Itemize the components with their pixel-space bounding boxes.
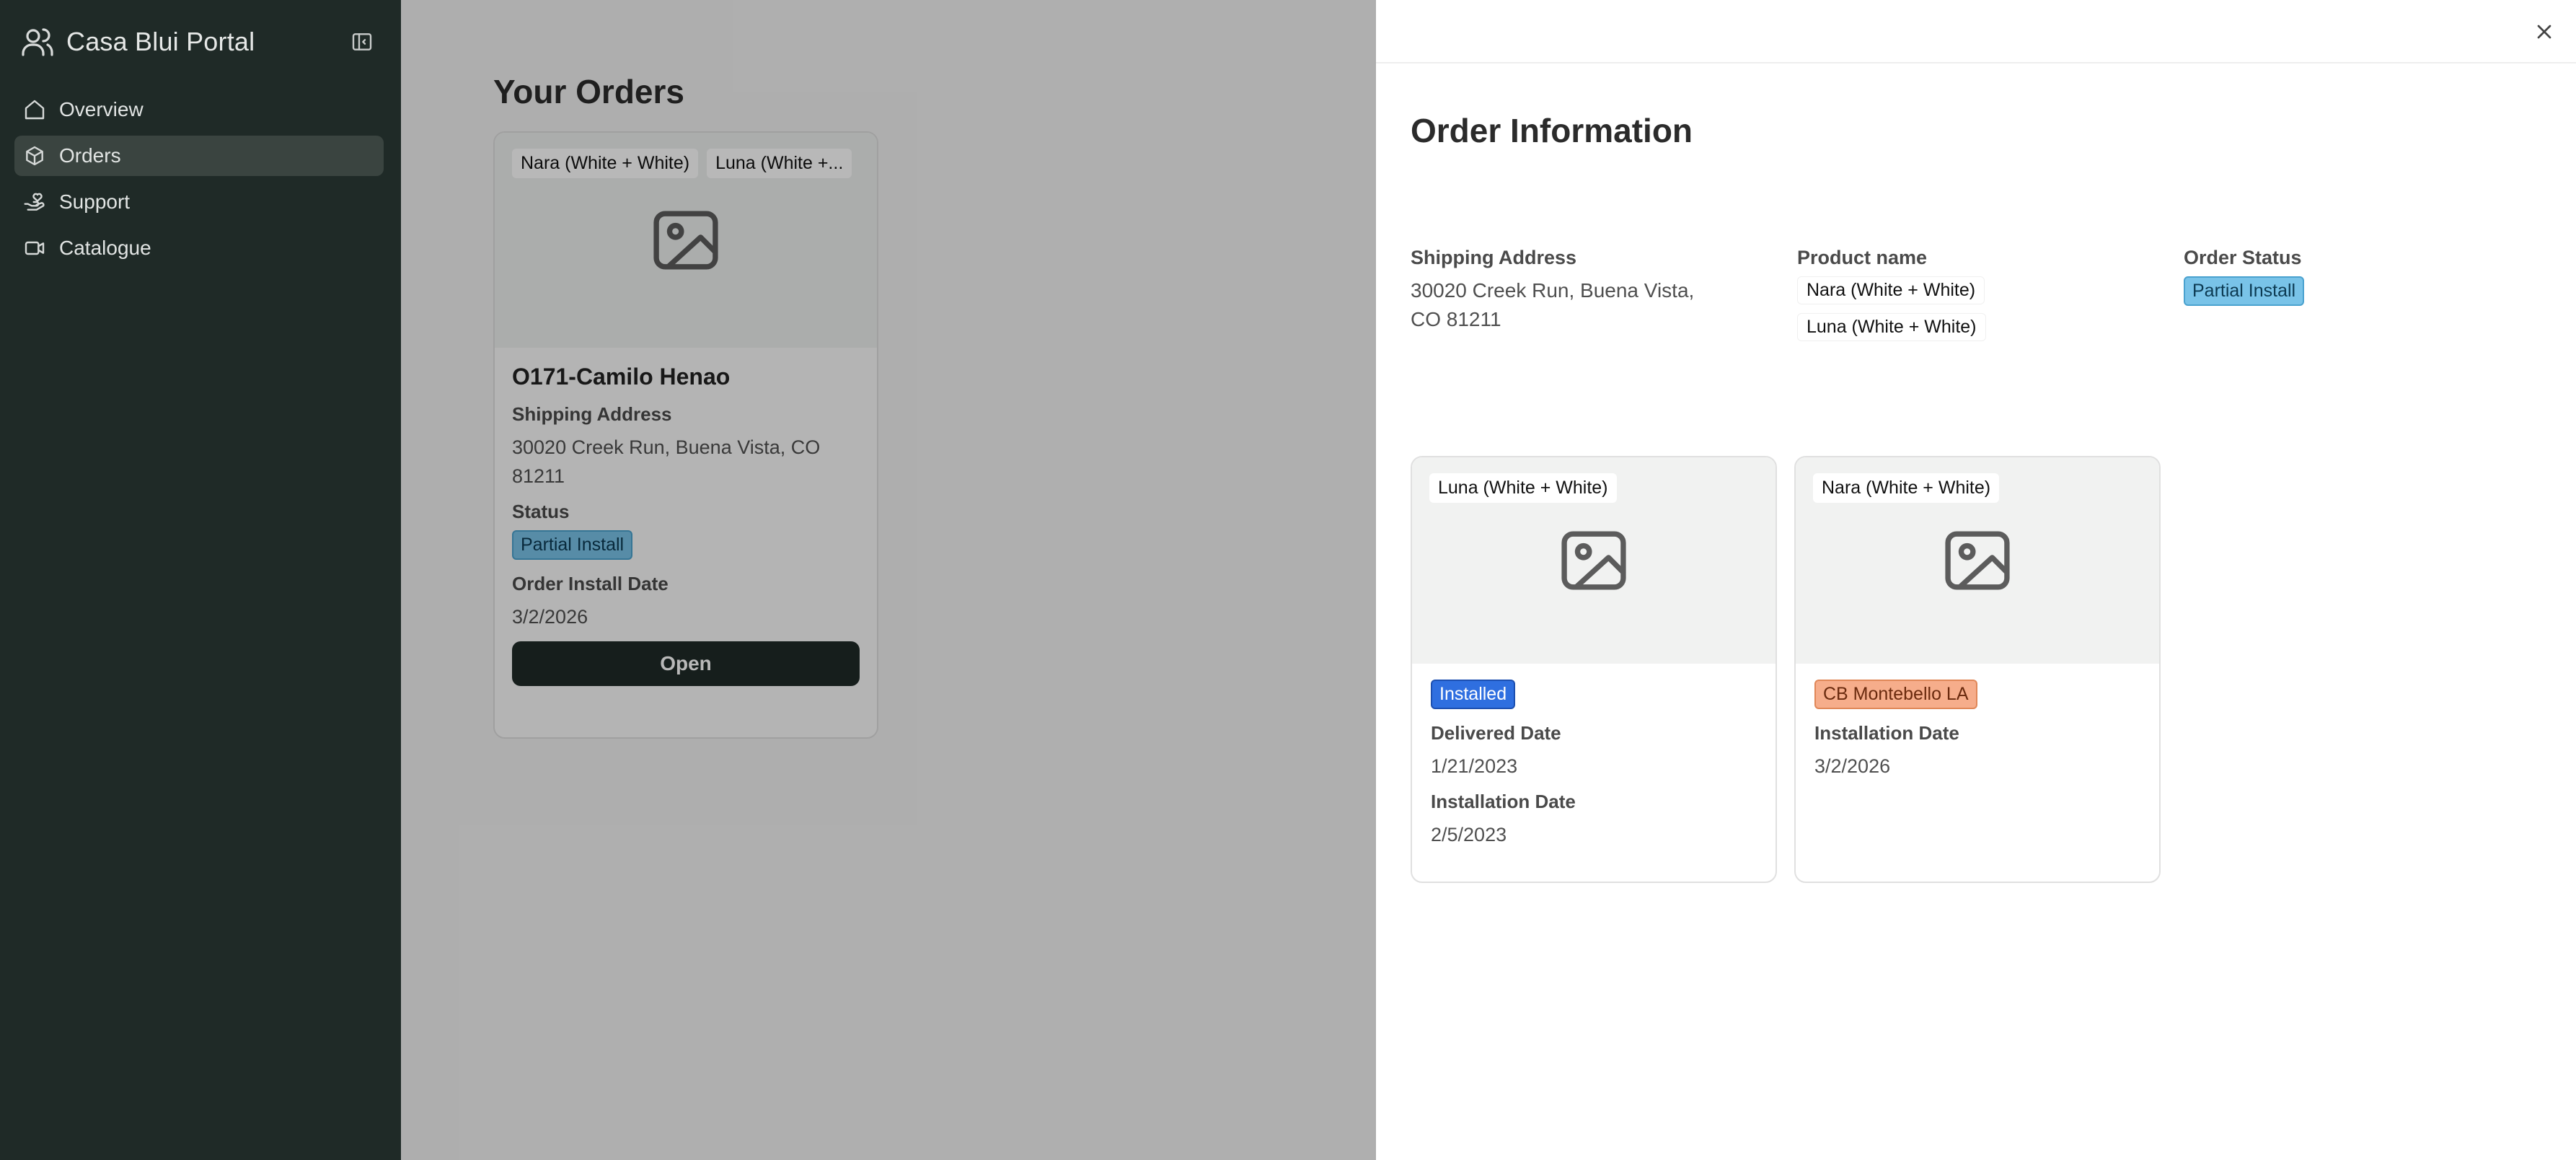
installation-date-label: Installation Date xyxy=(1431,791,1576,812)
install-status-badge: Installed xyxy=(1431,680,1516,709)
sidebar-item-support[interactable]: Support xyxy=(14,182,384,222)
sidebar-toggle-icon[interactable] xyxy=(349,30,375,53)
sidebar-item-label: Catalogue xyxy=(59,237,151,259)
sidebar-item-label: Support xyxy=(59,190,131,213)
shipping-address-label: Shipping Address xyxy=(1411,247,1577,268)
sidebar-item-catalogue[interactable]: Catalogue xyxy=(14,228,384,268)
modal-backdrop[interactable] xyxy=(401,0,1376,1160)
drawer-header xyxy=(1376,0,2576,63)
product-name-label: Product name xyxy=(1797,247,1928,268)
users-icon xyxy=(22,28,53,56)
order-info-drawer: Order Information Shipping Address 30020… xyxy=(1376,0,2576,1160)
image-placeholder-icon xyxy=(1561,531,1626,590)
product-chip: Nara (White + White) xyxy=(1813,473,2000,503)
item-card-media: Luna (White + White) xyxy=(1412,457,1776,664)
shipping-address-value: 30020 Creek Run, Buena Vista, CO 81211 xyxy=(1411,279,1695,330)
sidebar-item-label: Overview xyxy=(59,98,144,120)
order-status-label: Order Status xyxy=(2184,247,2302,268)
close-icon[interactable] xyxy=(2533,20,2556,43)
location-badge: CB Montebello LA xyxy=(1814,680,1977,709)
order-status-section: Order Status Partial Install xyxy=(2184,247,2530,306)
installation-date-label: Installation Date xyxy=(1814,722,1959,744)
delivered-date-value: 1/21/2023 xyxy=(1431,755,1518,777)
sidebar-item-label: Orders xyxy=(59,144,121,167)
item-card-body: Installed Delivered Date 1/21/2023 Insta… xyxy=(1412,664,1776,875)
delivered-date-label: Delivered Date xyxy=(1431,722,1561,744)
sidebar: Casa Blui Portal Overview Orders Support… xyxy=(0,0,401,1160)
product-name-section: Product name Nara (White + White) Luna (… xyxy=(1797,247,2143,350)
sidebar-nav: Overview Orders Support Catalogue xyxy=(14,89,384,274)
shipping-address-section: Shipping Address 30020 Creek Run, Buena … xyxy=(1411,247,1757,344)
home-icon xyxy=(25,100,45,120)
product-item-card: Nara (White + White) CB Montebello LA In… xyxy=(1794,456,2161,883)
status-badge: Partial Install xyxy=(2184,276,2305,306)
hand-heart-icon xyxy=(24,193,45,211)
item-card-media: Nara (White + White) xyxy=(1796,457,2159,664)
sidebar-item-orders[interactable]: Orders xyxy=(14,136,384,176)
product-item-card: Luna (White + White) Installed Delivered… xyxy=(1411,456,1777,883)
item-card-body: CB Montebello LA Installation Date 3/2/2… xyxy=(1796,664,2159,807)
box-icon xyxy=(26,146,43,166)
app-title: Casa Blui Portal xyxy=(66,27,255,56)
sidebar-item-overview[interactable]: Overview xyxy=(14,89,384,130)
product-chip: Nara (White + White) xyxy=(1797,276,1985,304)
drawer-title: Order Information xyxy=(1411,112,1693,149)
installation-date-value: 3/2/2026 xyxy=(1814,755,1891,777)
video-icon xyxy=(25,241,45,255)
image-placeholder-icon xyxy=(1945,531,2010,590)
product-chip: Luna (White + White) xyxy=(1429,473,1617,503)
installation-date-value: 2/5/2023 xyxy=(1431,824,1507,845)
product-chip: Luna (White + White) xyxy=(1797,313,1986,341)
brand: Casa Blui Portal xyxy=(20,25,255,59)
